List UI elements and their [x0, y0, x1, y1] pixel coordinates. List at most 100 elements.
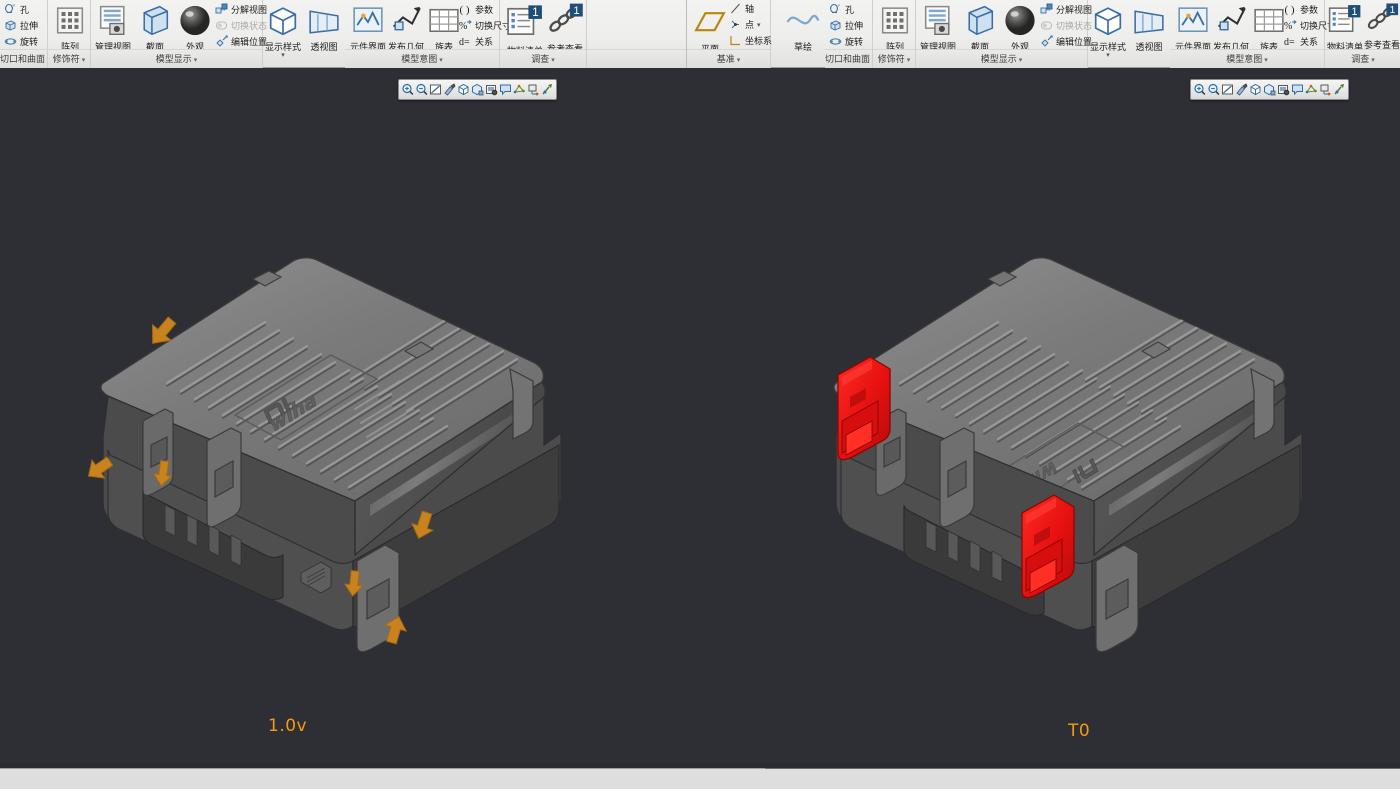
cmd-display-style-dropdown[interactable]: ▾	[263, 52, 303, 59]
plane-display-icon[interactable]	[527, 82, 540, 97]
zoom-out-icon[interactable]	[415, 82, 428, 97]
ribbon-group-label-investigate[interactable]: 调查▾	[500, 49, 586, 68]
cmd-sketch-label: 草绘	[783, 42, 823, 52]
cmd-relations-2[interactable]: d= 关系	[1284, 34, 1318, 49]
viewport-divider[interactable]	[685, 68, 687, 768]
cmd-hole-2[interactable]: 孔	[829, 2, 854, 17]
cmd-family-table-2[interactable]: 族表	[1249, 2, 1289, 52]
cmd-perspective-view-2[interactable]: 透视图	[1129, 2, 1169, 52]
cmd-exploded-view-2-label: 分解视图	[1056, 3, 1092, 16]
cmd-family-table[interactable]: 族表	[424, 2, 464, 52]
annotation-display-icon[interactable]	[1291, 82, 1304, 97]
cmd-exploded-view[interactable]: 分解视图	[215, 2, 267, 17]
publish-geometry-icon	[1211, 2, 1251, 42]
ribbon-group-label-model-intent[interactable]: 模型意图▾	[345, 49, 499, 68]
ribbon-group-label-cuts-surfaces-2[interactable]: 切口和曲面▾	[825, 49, 872, 68]
cmd-datum-plane[interactable]: 平面	[690, 4, 730, 54]
display-style-alt-icon[interactable]	[1263, 82, 1276, 97]
zoom-in-icon[interactable]	[1193, 82, 1206, 97]
cmd-parameters-label: 参数	[475, 3, 493, 16]
ribbon-group-label-cuts-surfaces[interactable]: 切口和曲面▾	[0, 49, 47, 68]
zoom-in-icon[interactable]	[401, 82, 414, 97]
cmd-edit-position[interactable]: 编辑位置	[215, 34, 267, 49]
cmd-toggle-state: 切换状态	[215, 18, 267, 33]
ribbon-group-label-datum[interactable]: 基准▾	[687, 49, 770, 68]
ribbon-subgroup-display-style-2: 显示样式 ▾ 透视图	[1088, 0, 1170, 49]
cmd-parameters[interactable]: ( ) 参数	[459, 2, 493, 17]
cmd-extrude[interactable]: 拉伸	[4, 18, 38, 33]
ribbon-group-label-modifiers[interactable]: 修饰符▾	[48, 49, 90, 68]
ribbon-group-datum: 平面 轴 点 ▾ 坐标系	[687, 0, 771, 68]
cmd-sketch-real[interactable]: 草绘	[783, 2, 823, 52]
viewport-right[interactable]: wiha	[686, 68, 1400, 768]
refit-icon[interactable]	[1221, 82, 1234, 97]
spin-center-icon[interactable]	[1333, 82, 1346, 97]
viewport-right-label: T0	[1068, 721, 1090, 741]
ribbon-group-cuts-surfaces-2: 孔 拉伸 旋转 切口和曲面▾	[825, 0, 873, 68]
status-bar-left	[0, 768, 765, 789]
model-tool-case-closed[interactable]: wiha	[55, 183, 635, 703]
cmd-revolve-2-label: 旋转	[845, 35, 863, 48]
case-latch-bracket-rear-2	[1251, 369, 1274, 439]
zoom-out-icon[interactable]	[1207, 82, 1220, 97]
ribbon-group-label-investigate-2[interactable]: 调查▾	[1325, 49, 1400, 68]
toggle-state-icon	[1040, 19, 1053, 32]
cmd-display-style[interactable]: 显示样式 ▾	[263, 2, 303, 59]
view-toolbar-right[interactable]	[1190, 79, 1349, 100]
saved-view-icon[interactable]	[1277, 82, 1290, 97]
ribbon-group-investigate: 1 物料清单 1 参考查看器 调查▾	[500, 0, 587, 68]
ribbon-group-label-model-intent-2[interactable]: 模型意图▾	[1170, 49, 1324, 68]
case-latch-strap-left	[143, 409, 173, 495]
viewport-left-label: 1.0v	[268, 716, 307, 736]
ribbon-group-label-model-display-2[interactable]: 模型显示▾	[916, 49, 1087, 68]
perspective-view-icon	[1129, 2, 1169, 42]
repaint-icon[interactable]	[1235, 82, 1248, 97]
cmd-perspective-view[interactable]: 透视图	[304, 2, 344, 52]
cmd-hole[interactable]: 孔	[4, 2, 29, 17]
viewport-left[interactable]: wiha	[0, 68, 686, 768]
repaint-icon[interactable]	[443, 82, 456, 97]
refit-icon[interactable]	[429, 82, 442, 97]
cmd-bill-of-materials-2[interactable]: 1 物料清单	[1325, 2, 1365, 52]
ribbon-group-label-modifiers-2[interactable]: 修饰符▾	[873, 49, 915, 68]
ribbon-group-label-model-display[interactable]: 模型显示▾	[91, 49, 262, 68]
cmd-component-interface[interactable]: 元件界面	[348, 2, 388, 52]
datum-display-icon[interactable]	[513, 82, 526, 97]
cmd-perspective-view-2-label: 透视图	[1129, 42, 1169, 52]
family-table-icon	[424, 2, 464, 42]
ribbon-group-model-display-2: 管理视图 ▾ 截面 ▾ 外观 ▾	[916, 0, 1088, 68]
cmd-relations[interactable]: d= 关系	[459, 34, 493, 49]
view-toolbar-left[interactable]	[398, 79, 557, 100]
display-style-alt-icon[interactable]	[471, 82, 484, 97]
cmd-parameters-2[interactable]: ( ) 参数	[1284, 2, 1318, 17]
relations-icon: d=	[459, 35, 472, 48]
cmd-publish-geometry-2[interactable]: 发布几何	[1211, 2, 1251, 52]
spin-center-icon[interactable]	[541, 82, 554, 97]
ribbon-group-modifiers: 阵列 ▾ 修饰符▾	[48, 0, 91, 68]
cmd-component-interface-2[interactable]: 元件界面	[1173, 2, 1213, 52]
cmd-display-style-2[interactable]: 显示样式 ▾	[1088, 2, 1128, 59]
cmd-toggle-state-label: 切换状态	[231, 19, 267, 32]
display-style-icon[interactable]	[1249, 82, 1262, 97]
cmd-publish-geometry[interactable]: 发布几何	[386, 2, 426, 52]
cmd-display-style-2-dropdown[interactable]: ▾	[1088, 52, 1128, 59]
display-style-icon[interactable]	[457, 82, 470, 97]
cmd-extrude-2[interactable]: 拉伸	[829, 18, 863, 33]
cmd-datum-axis[interactable]: 轴	[729, 1, 754, 16]
datum-display-icon[interactable]	[1305, 82, 1318, 97]
model-tool-case-with-latches[interactable]: wiha	[786, 183, 1386, 723]
cmd-revolve[interactable]: 旋转	[4, 34, 38, 49]
cmd-coordinate-system[interactable]: 坐标系	[729, 33, 772, 48]
cmd-revolve-2[interactable]: 旋转	[829, 34, 863, 49]
ribbon-panel-right: 平面 轴 点 ▾ 坐标系	[686, 0, 1400, 68]
cmd-datum-point[interactable]: 点 ▾	[729, 17, 761, 32]
cmd-exploded-view-2[interactable]: 分解视图	[1040, 2, 1092, 17]
bill-of-materials-icon: 1	[1325, 2, 1365, 42]
saved-view-icon[interactable]	[485, 82, 498, 97]
cmd-edit-position-2[interactable]: 编辑位置	[1040, 34, 1092, 49]
ribbon-group-investigate-2: 1 物料清单 1 参考查看器 调查▾	[1325, 0, 1400, 68]
plane-display-icon[interactable]	[1319, 82, 1332, 97]
annotation-display-icon[interactable]	[499, 82, 512, 97]
cmd-bill-of-materials[interactable]: 1 物料清单	[503, 2, 547, 56]
cmd-datum-point-label: 点	[745, 18, 754, 31]
